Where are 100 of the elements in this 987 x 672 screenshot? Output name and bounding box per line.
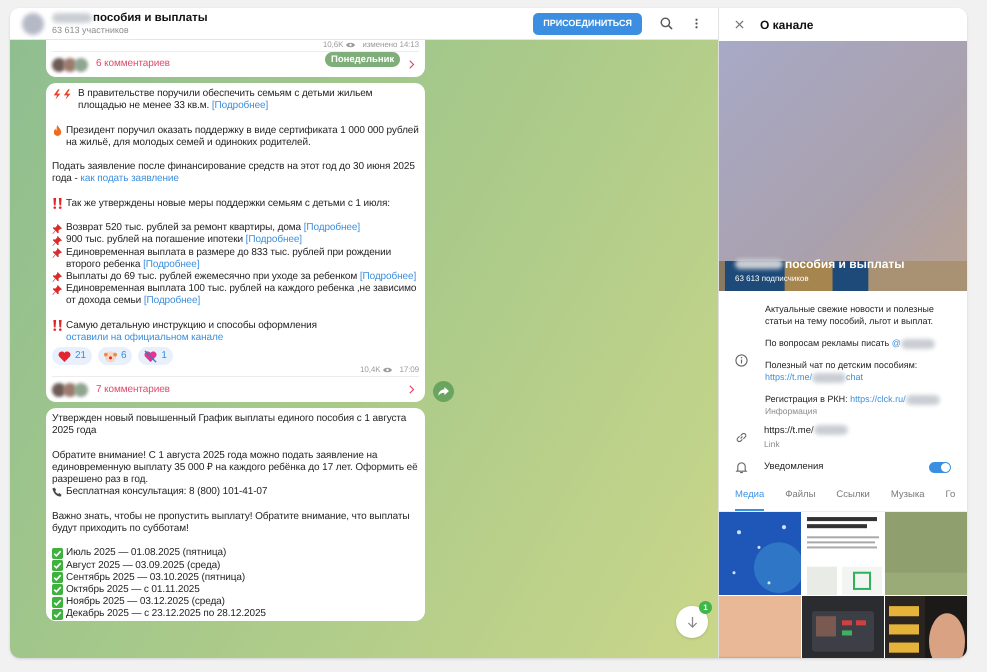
message-text: Важно знать, чтобы не пропустить выплату! Обратите внимание, что выплаты будут приходить по субботам! [52,510,410,536]
search-icon[interactable] [660,17,673,30]
link[interactable]: chat [846,372,864,382]
media-tab[interactable]: Ссылки [836,488,870,510]
reaction-chip[interactable]: 1 [138,347,173,366]
link[interactable]: [Подробнее] [360,270,416,282]
link[interactable]: [Подробнее] [246,234,302,246]
message-text: Выплаты до 69 тыс. рублей ежемесячно при уходе за ребенком [Подробнее] [66,270,418,284]
heart-icon [58,350,71,362]
message-text: Возврат 520 тыс. рублей за ремонт квартиры, дома [Подробнее] [66,222,362,234]
arrow-down-icon [686,616,698,628]
pushpin-icon [52,234,63,246]
round-emoji-icon [104,350,117,363]
message-text: Подать заявление после финансирование средств на этот год до 30 июня 2025 года - как подать заявление [52,161,416,186]
close-icon[interactable] [735,20,744,29]
message-text: В правительстве поручили обеспечить семьям с детьми жильем площадью не менее 33 кв.м. [Подробнее] [78,88,374,112]
exclamation-icon [52,198,63,210]
message-text: Утвержден новый повышенный График выплаты единого пособия с 1 августа 2025 года [52,413,408,438]
member-count: 63 613 участников [52,25,130,36]
info-caption: Информация [765,405,818,417]
checkmark-icon [52,548,63,559]
message-text: Бесплатная консультация: 8 (800) 101-41-07 [66,486,268,499]
exclamation-icon [52,320,63,332]
heart-arrow-icon [144,350,158,363]
reaction-chip[interactable]: 6 [98,347,132,366]
redaction-blur [52,13,92,23]
avatar [74,382,88,397]
chevron-right-icon [409,60,415,69]
date-pill: Понедельник [325,52,400,67]
checkmark-icon [52,584,63,596]
unread-badge: 1 [699,601,712,614]
checkmark-icon [52,572,63,584]
join-button[interactable]: ПРИСОЕДИНИТЬСЯ [533,12,642,34]
message-text: Октябрь 2025 — с 01.11.2025 [66,584,201,596]
media-tab[interactable]: Музыка [890,488,924,510]
eye-icon [383,366,392,373]
avatar [52,58,66,72]
message-time: 17:09 [399,365,419,374]
checkmark-icon [52,560,63,572]
view-count: 10,6K [322,40,344,49]
redaction-blur [906,394,940,405]
phone-icon [52,486,63,498]
redaction-blur [814,425,848,436]
link[interactable]: [Подробнее] [144,295,200,306]
link[interactable]: как подать заявление [80,173,179,184]
link[interactable]: @ [892,338,901,348]
message-text: 900 тыс. рублей на погашение ипотеки [Подробнее] [66,234,303,247]
redaction-blur [735,259,783,269]
pushpin-icon [52,284,63,295]
link[interactable]: оставили на официальном канале [66,332,224,343]
message-text: Июль 2025 — 01.08.2025 (пятница) [66,547,228,560]
redaction-blur [812,372,846,383]
chevron-right-icon [409,385,415,394]
view-count: 10,4K [360,365,380,374]
redaction-blur [900,338,935,349]
link[interactable]: [Подробнее] [212,100,268,112]
panel-title: О канале [760,16,814,34]
link-icon [735,431,748,444]
media-tab[interactable]: Файлы [785,488,816,510]
link[interactable]: https://t.me/ [765,372,812,382]
avatar [52,382,66,397]
scroll-down-button[interactable] [676,606,708,638]
info-text: По вопросам рекламы писать @ [765,338,935,348]
link-caption: Link [764,438,781,450]
link[interactable]: [Подробнее] [304,222,360,234]
pushpin-icon [52,247,63,258]
info-text: Полезный чат по детским пособиям: https://t.me/ chat [765,360,918,382]
media-tab[interactable]: Го [945,488,956,510]
flame-icon [52,125,63,136]
notifications-label: Уведомления [764,460,824,474]
message-text: Сентябрь 2025 — 03.10.2025 (пятница) [66,572,246,584]
pushpin-icon [52,271,63,282]
pushpin-icon [52,222,63,234]
message-text: Обратите внимание! С 1 августа 2025 года можно подать заявление на единовременную выплату 35 000 ₽ на каждого ребёнка до 17 лет. Оформить её разрешено раз в год. [52,450,419,486]
comments-button[interactable]: 7 комментариев [52,376,419,402]
notifications-toggle[interactable] [929,462,951,473]
message-text: Президент поручил оказать поддержку в виде сертификата 1 000 000 рублей на жильё, для молодых семей и одиноких родителей. [66,124,419,149]
message-text: Самую детальную инструкцию и способы оформления оставили на официальном канале [66,320,318,344]
share-button[interactable] [433,381,454,402]
channel-title: пособия и выплаты [93,11,208,25]
link[interactable]: [Подробнее] [143,258,200,270]
message-text: Единовременная выплата в размере до 833 тыс. рублей при рождении второго ребенка [Подробнее] [66,246,392,271]
info-icon [735,354,748,366]
info-text: https://t.me/ [764,425,848,438]
bell-icon [735,460,748,474]
info-text: Регистрация в РКН: https://clck.ru/ [765,394,940,404]
message-text: Август 2025 — 03.09.2025 (среда) [66,560,222,572]
share-icon [438,387,449,396]
reaction-chip[interactable]: 21 [52,347,92,366]
channel-avatar[interactable] [22,12,44,34]
message-text: Единовременная выплата 100 тыс. рублей на каждого ребенка ,не зависимо от дохода семьи [Подробнее] [66,283,418,308]
more-icon[interactable] [695,18,698,29]
info-text: Актуальные свежие новости и полезные статьи на тему пособий, льгот и выплат. [765,304,934,326]
avatar [74,58,88,72]
message-time: изменено 14:13 [362,40,419,49]
link[interactable]: https://clck.ru/ [850,394,906,404]
message-text: Декабрь 2025 — с 23.12.2025 по 28.12.2025 [66,608,267,621]
message-text: Так же утверждены новые меры поддержки семьям с детьми с 1 июля: [66,198,391,210]
checkmark-icon [52,596,63,608]
message-text: Ноябрь 2025 — 03.12.2025 (среда) [66,596,226,608]
